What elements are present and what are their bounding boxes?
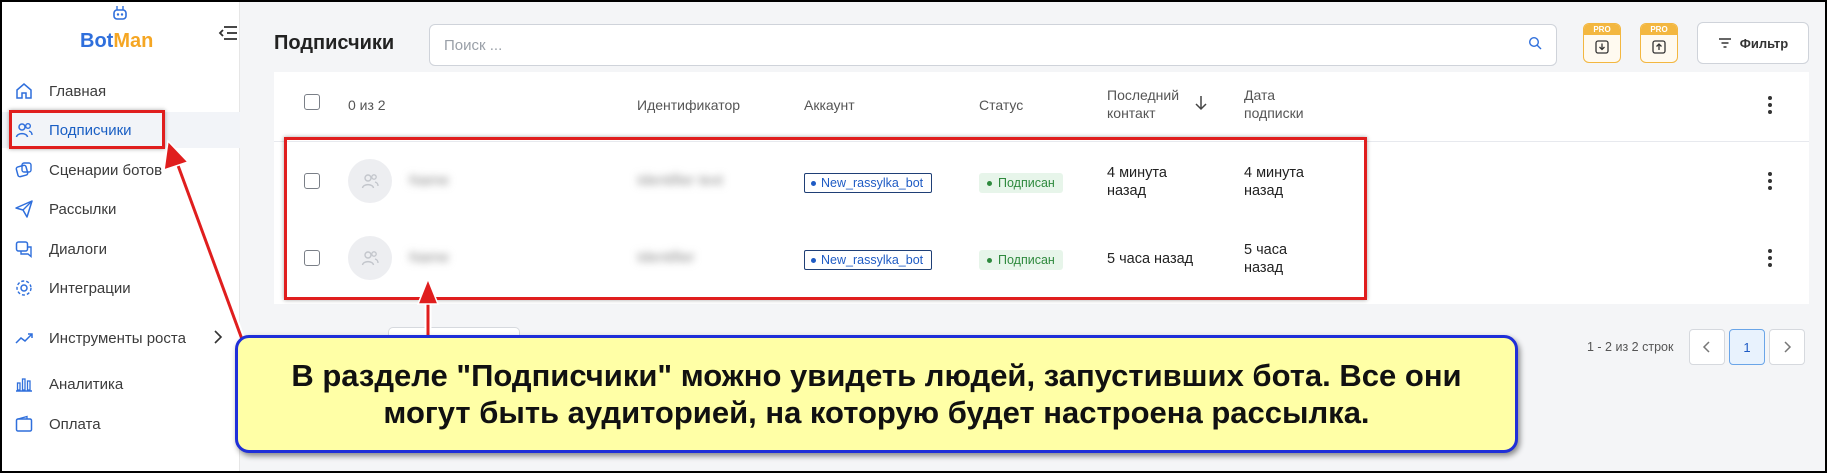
sidebar-item-payment[interactable]: Оплата	[2, 406, 240, 442]
export-pro-button[interactable]: PRO	[1583, 23, 1621, 63]
sidebar-item-analytics[interactable]: Аналитика	[2, 366, 240, 402]
chat-icon	[14, 239, 34, 259]
filter-icon	[1718, 38, 1731, 48]
sort-down-icon[interactable]	[1194, 94, 1208, 117]
sidebar: BotMan Главная Подписчики Сценарии ботов…	[2, 2, 240, 471]
column-status[interactable]: Статус	[979, 96, 1023, 114]
wallet-icon	[14, 414, 34, 434]
upload-icon	[1651, 39, 1667, 60]
sidebar-item-dialogs[interactable]: Диалоги	[2, 231, 240, 267]
pro-badge: PRO	[1584, 24, 1620, 35]
robot-logo-icon	[112, 6, 128, 23]
sidebar-item-home[interactable]: Главная	[2, 73, 240, 109]
previous-page-button[interactable]	[1689, 329, 1725, 365]
integration-icon	[14, 278, 34, 298]
selection-count: 0 из 2	[348, 97, 386, 113]
download-icon	[1594, 39, 1610, 60]
pro-badge: PRO	[1641, 24, 1677, 35]
table-header: 0 из 2 Идентификатор Аккаунт Статус Посл…	[274, 72, 1809, 142]
next-page-button[interactable]	[1769, 329, 1805, 365]
page-title: Подписчики	[274, 32, 395, 54]
chevron-right-icon	[1784, 341, 1792, 353]
app-logo[interactable]: BotMan	[80, 30, 153, 53]
send-icon	[14, 199, 34, 219]
home-icon	[14, 81, 34, 101]
chevron-left-icon	[1702, 341, 1710, 353]
sidebar-item-integrations[interactable]: Интеграции	[2, 270, 240, 306]
sidebar-item-mailings[interactable]: Рассылки	[2, 191, 240, 227]
scenario-icon	[14, 160, 34, 180]
import-pro-button[interactable]: PRO	[1640, 23, 1678, 63]
growth-icon	[14, 328, 34, 348]
column-subscription-date[interactable]: Дата подписки	[1244, 86, 1324, 122]
pagination-info: 1 - 2 из 2 строк	[1587, 340, 1674, 354]
search-icon[interactable]	[1528, 36, 1542, 55]
search-input[interactable]	[444, 36, 1528, 54]
search-box[interactable]	[429, 24, 1557, 66]
chevron-right-icon[interactable]	[212, 328, 226, 348]
more-options-icon[interactable]	[1767, 96, 1773, 114]
app-frame: BotMan Главная Подписчики Сценарии ботов…	[2, 2, 1825, 471]
annotation-callout: В разделе "Подписчики" можно увидеть люд…	[235, 335, 1518, 453]
menu-collapse-icon[interactable]	[218, 24, 240, 44]
more-options-icon[interactable]	[1767, 249, 1773, 267]
column-last-contact[interactable]: Последний контакт	[1107, 86, 1187, 122]
highlight-box-sidebar	[9, 110, 165, 149]
highlight-box-rows	[284, 137, 1367, 300]
filter-button[interactable]: Фильтр	[1697, 22, 1809, 64]
column-account[interactable]: Аккаунт	[804, 96, 855, 114]
select-all-checkbox[interactable]	[304, 94, 320, 110]
page-button-current[interactable]: 1	[1729, 329, 1765, 365]
column-identifier[interactable]: Идентификатор	[637, 96, 740, 114]
sidebar-item-bot-scenarios[interactable]: Сценарии ботов	[2, 152, 240, 188]
more-options-icon[interactable]	[1767, 172, 1773, 190]
analytics-icon	[14, 374, 34, 394]
sidebar-item-growth-tools[interactable]: Инструменты роста	[2, 318, 240, 358]
